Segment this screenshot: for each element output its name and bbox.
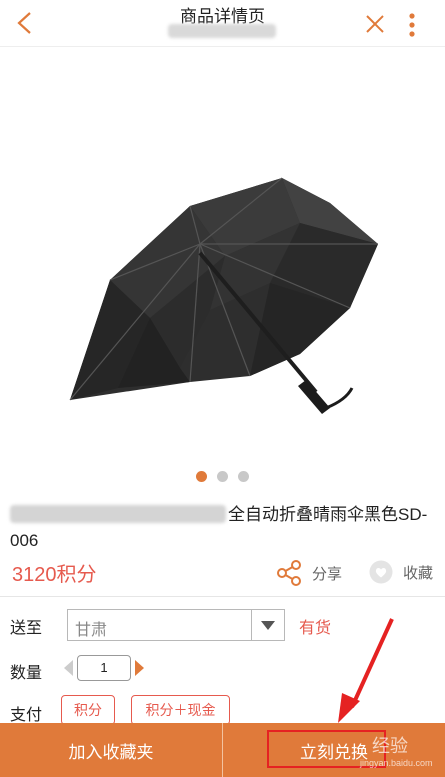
add-to-favorites-button[interactable]: 加入收藏夹 bbox=[0, 723, 222, 777]
carousel-indicator bbox=[0, 471, 445, 483]
share-icon bbox=[277, 560, 301, 586]
annotation-arrow bbox=[338, 618, 394, 723]
close-icon[interactable] bbox=[364, 13, 386, 35]
quantity-input[interactable]: 1 bbox=[77, 655, 131, 681]
stock-status: 有货 bbox=[299, 620, 332, 637]
payment-label: 支付 bbox=[10, 707, 43, 724]
more-options-icon[interactable] bbox=[405, 12, 419, 38]
product-name: 全自动折叠晴雨伞黑色SD-006 bbox=[10, 502, 440, 554]
decrease-icon[interactable] bbox=[64, 660, 73, 676]
top-nav-bar: 商品详情页 bbox=[0, 0, 445, 47]
watermark-subtext: jingyan.baidu.com bbox=[360, 758, 433, 768]
carousel-dot[interactable] bbox=[238, 471, 249, 482]
carousel-dot[interactable] bbox=[217, 471, 228, 482]
favorite-label: 收藏 bbox=[403, 564, 434, 582]
share-button[interactable]: 分享 bbox=[276, 560, 342, 586]
watermark-text: 经验 bbox=[372, 736, 408, 756]
payment-option-points-cash[interactable]: 积分＋现金 bbox=[131, 695, 230, 725]
product-image[interactable] bbox=[0, 48, 445, 460]
blurred-subtitle bbox=[168, 24, 276, 38]
delivery-label: 送至 bbox=[10, 620, 43, 637]
chevron-down-icon[interactable] bbox=[251, 610, 284, 640]
watermark: 经验 jingyan.baidu.com bbox=[354, 726, 444, 776]
divider bbox=[0, 596, 445, 597]
payment-option-points[interactable]: 积分 bbox=[61, 695, 115, 725]
blurred-brand bbox=[10, 505, 226, 523]
quantity-stepper: 1 bbox=[64, 655, 144, 681]
heart-icon bbox=[369, 560, 393, 584]
increase-icon[interactable] bbox=[135, 660, 144, 676]
carousel-dot-active[interactable] bbox=[196, 471, 207, 482]
region-select[interactable]: 甘肃 bbox=[67, 609, 285, 641]
region-value: 甘肃 bbox=[75, 622, 108, 639]
share-label: 分享 bbox=[312, 565, 343, 583]
product-price: 3120积分 bbox=[12, 564, 97, 586]
favorite-button[interactable]: 收藏 bbox=[369, 560, 433, 584]
quantity-label: 数量 bbox=[10, 665, 43, 682]
